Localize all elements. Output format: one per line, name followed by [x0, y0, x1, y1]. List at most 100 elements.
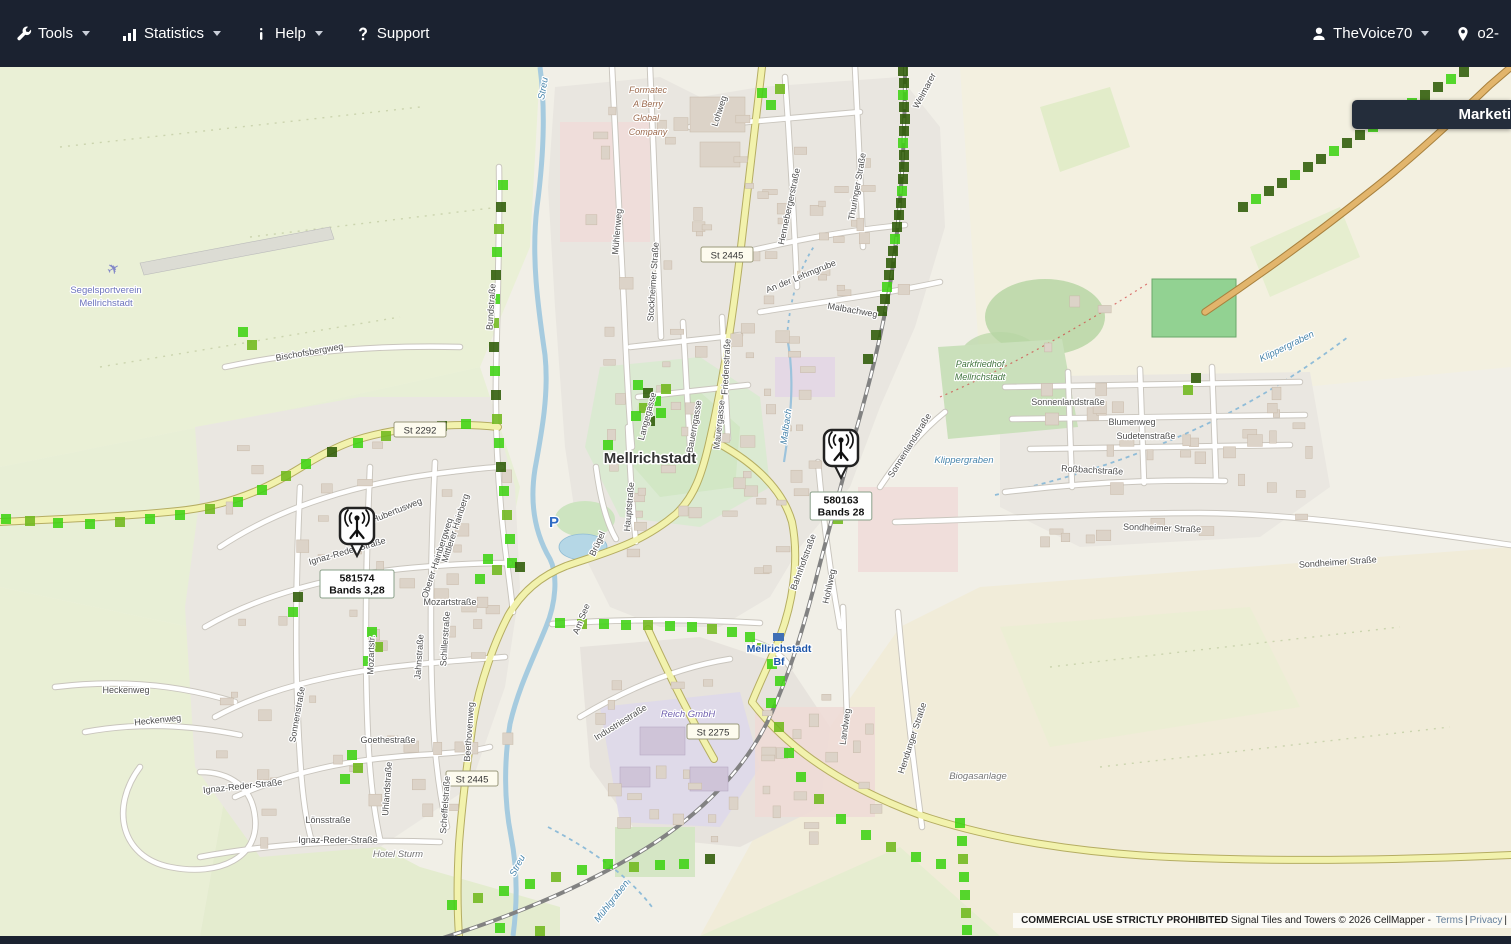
info-icon	[260, 27, 263, 40]
svg-text:St 2275: St 2275	[697, 728, 730, 739]
signal-tile	[496, 462, 506, 472]
signal-tile	[115, 517, 125, 527]
signal-tile	[955, 818, 965, 828]
signal-tile	[461, 419, 471, 429]
svg-text:581574: 581574	[339, 573, 374, 585]
signal-tile	[631, 411, 641, 421]
signal-tile	[247, 340, 257, 350]
nav-label-help: Help	[275, 25, 306, 42]
nav-item-statistics[interactable]: Statistics	[122, 25, 222, 42]
signal-tile	[863, 354, 873, 364]
nav-item-support[interactable]: Support	[355, 25, 429, 42]
signal-tile	[655, 860, 665, 870]
signal-tile	[233, 497, 243, 507]
signal-tile	[745, 632, 755, 642]
signal-tile	[447, 900, 457, 910]
map-label: Heckenweg	[102, 685, 149, 695]
signal-tile	[483, 554, 493, 564]
map-canvas[interactable]: St 2445 St 2292 St 2275 St 2445 Mellrichsta…	[0, 67, 1511, 936]
signal-tile	[1342, 138, 1352, 148]
map-label: Lönsstraße	[305, 815, 350, 825]
signal-tile	[495, 923, 505, 933]
signal-tile	[1303, 162, 1313, 172]
svg-text:St 2445: St 2445	[711, 251, 744, 262]
signal-tile	[766, 698, 776, 708]
signal-tile	[577, 865, 587, 875]
privacy-link[interactable]: Privacy	[1470, 915, 1503, 926]
signal-tile	[353, 763, 363, 773]
signal-tile	[890, 234, 900, 244]
signal-tile	[679, 859, 689, 869]
signal-tile	[643, 620, 653, 630]
signal-tile	[898, 90, 908, 100]
map-label: A Berry	[632, 99, 663, 109]
signal-tile	[555, 618, 565, 628]
signal-tile	[757, 88, 767, 98]
terms-link[interactable]: Terms	[1436, 915, 1463, 926]
signal-tile	[505, 534, 515, 544]
signal-tile	[25, 516, 35, 526]
caret-down-icon	[82, 31, 91, 36]
train-station-icon	[773, 633, 784, 641]
map[interactable]: St 2445 St 2292 St 2275 St 2445 Mellrichsta…	[0, 67, 1511, 936]
signal-tile	[897, 186, 907, 196]
sports-pitch	[1151, 278, 1237, 338]
map-label: Sudetenstraße	[1116, 431, 1175, 441]
signal-tile	[900, 114, 910, 124]
attribution-separator: |	[1464, 915, 1468, 926]
tower-label: 580163Bands 28	[809, 491, 873, 521]
signal-tile	[884, 270, 894, 280]
map-label: Mellrichstadt	[955, 372, 1006, 382]
signal-tile	[1238, 202, 1248, 212]
attribution-text: Signal Tiles and Towers © 2026 CellMappe…	[1228, 915, 1434, 926]
signal-tile	[958, 854, 968, 864]
nav-label-tools: Tools	[38, 25, 74, 42]
signal-tile	[353, 438, 363, 448]
top-navbar: Tools Statistics Help Support TheVoice70	[0, 0, 1511, 67]
map-label: Goethestraße	[360, 735, 415, 745]
map-pin-icon	[1458, 26, 1468, 41]
signal-tile	[301, 459, 311, 469]
signal-tile	[490, 366, 500, 376]
signal-tile	[288, 607, 298, 617]
road-shield: St 2275	[686, 723, 740, 740]
signal-tile	[491, 270, 501, 280]
signal-tile	[489, 342, 499, 352]
signal-tile	[1277, 178, 1287, 188]
nav-item-tools[interactable]: Tools	[16, 25, 91, 42]
attribution-warning: COMMERCIAL USE STRICTLY PROHIBITED	[1021, 915, 1229, 926]
signal-tile	[205, 504, 215, 514]
signal-tile	[621, 620, 631, 630]
signal-tile	[1433, 82, 1443, 92]
signal-tile	[898, 138, 908, 148]
signal-tile	[871, 330, 881, 340]
nav-item-provider[interactable]: o2-	[1455, 25, 1499, 42]
map-label: Company	[629, 127, 668, 137]
signal-tile	[687, 622, 697, 632]
road-shield: St 2292	[393, 421, 447, 438]
signal-tile	[898, 174, 908, 184]
map-label: Mellrichstadt	[604, 450, 697, 467]
signal-tile	[886, 258, 896, 268]
nav-item-user[interactable]: TheVoice70	[1311, 25, 1430, 42]
map-attribution: COMMERCIAL USE STRICTLY PROHIBITED Signa…	[1013, 913, 1511, 928]
map-label: Ignaz-Reder-Straße	[298, 835, 378, 845]
map-label: Hotel Sturm	[373, 849, 423, 860]
signal-tile	[936, 859, 946, 869]
signal-tile	[1420, 90, 1430, 100]
signal-tile	[145, 514, 155, 524]
signal-tile	[665, 621, 675, 631]
signal-bars-icon	[123, 28, 137, 41]
caret-down-icon	[213, 31, 222, 36]
signal-tile	[775, 84, 785, 94]
signal-tile	[381, 431, 391, 441]
signal-tile	[53, 518, 63, 528]
nav-item-help[interactable]: Help	[253, 25, 323, 42]
signal-tile	[861, 830, 871, 840]
attribution-tail: |	[1504, 915, 1507, 926]
map-label: Mozartstr.	[365, 635, 376, 675]
signal-tile	[347, 750, 357, 760]
marketing-panel-button[interactable]: Marketi	[1352, 100, 1511, 129]
signal-tile	[814, 794, 824, 804]
map-label: Global	[633, 113, 660, 123]
